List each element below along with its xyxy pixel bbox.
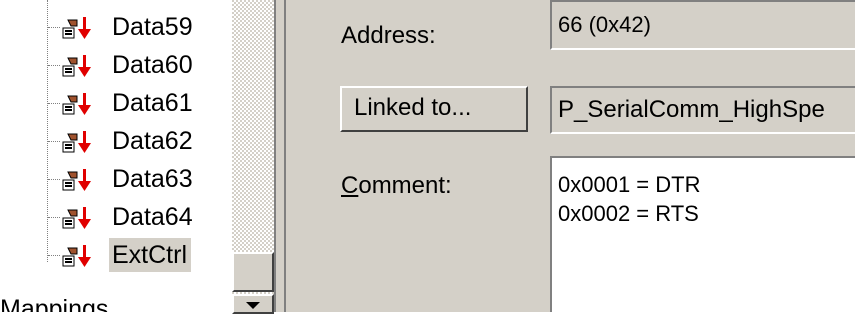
tree-item-label: Data59: [112, 13, 193, 41]
tree-item[interactable]: Data62: [0, 122, 232, 160]
scrollbar-thumb[interactable]: [232, 252, 274, 292]
chevron-down-icon: [246, 302, 260, 309]
tree-connector-line: [48, 217, 60, 218]
red-down-arrow-variable-icon: [62, 168, 92, 192]
tree-item-label: Data60: [112, 51, 193, 79]
comment-label-access-key: C: [341, 172, 359, 199]
linked-to-button[interactable]: Linked to...: [340, 86, 528, 132]
tree-item[interactable]: ExtCtrl: [0, 236, 232, 274]
tree-item[interactable]: Data59: [0, 8, 232, 46]
panel-splitter[interactable]: [274, 0, 286, 312]
tree-item-label: Data64: [112, 203, 193, 231]
linked-to-field: P_SerialComm_HighSpe: [550, 86, 855, 134]
address-field: 66 (0x42): [550, 0, 855, 50]
tree-connector-line: [48, 65, 60, 66]
properties-panel: Address: 66 (0x42) Linked to... P_Serial…: [286, 0, 855, 312]
tree-item[interactable]: Data61: [0, 84, 232, 122]
red-down-arrow-variable-icon: [62, 206, 92, 230]
red-down-arrow-variable-icon: [62, 92, 92, 116]
tree-item[interactable]: Data60: [0, 46, 232, 84]
tree-item-label: ExtCtrl: [109, 238, 191, 272]
tree-item-label: Data63: [112, 165, 193, 193]
tree-item[interactable]: Data64: [0, 198, 232, 236]
tree-view[interactable]: Data59 Data60 Data61 Data62 Data63 Data64 ExtC…: [0, 0, 232, 312]
tree-item-mappings[interactable]: Mappings: [0, 294, 108, 312]
tree-item[interactable]: Data63: [0, 160, 232, 198]
tree-connector-line: [48, 141, 60, 142]
comment-line: 0x0002 = RTS: [558, 201, 699, 226]
vertical-scrollbar[interactable]: [232, 0, 274, 314]
tree-connector-line: [48, 103, 60, 104]
red-down-arrow-variable-icon: [62, 54, 92, 78]
comment-line: 0x0001 = DTR: [558, 172, 701, 197]
tree-connector-line: [48, 255, 60, 256]
tree-connector-line: [48, 27, 60, 28]
red-down-arrow-variable-icon: [62, 130, 92, 154]
scroll-down-button[interactable]: [232, 294, 274, 314]
red-down-arrow-variable-icon: [62, 244, 92, 268]
tree-connector-line: [48, 179, 60, 180]
comment-label-rest: omment:: [358, 172, 452, 199]
tree-item-label: Data61: [112, 89, 193, 117]
comment-label: Comment:: [341, 172, 452, 200]
red-down-arrow-variable-icon: [62, 16, 92, 40]
address-label: Address:: [341, 22, 436, 49]
tree-item-label: Data62: [112, 127, 193, 155]
comment-textarea[interactable]: 0x0001 = DTR 0x0002 = RTS: [550, 156, 855, 312]
